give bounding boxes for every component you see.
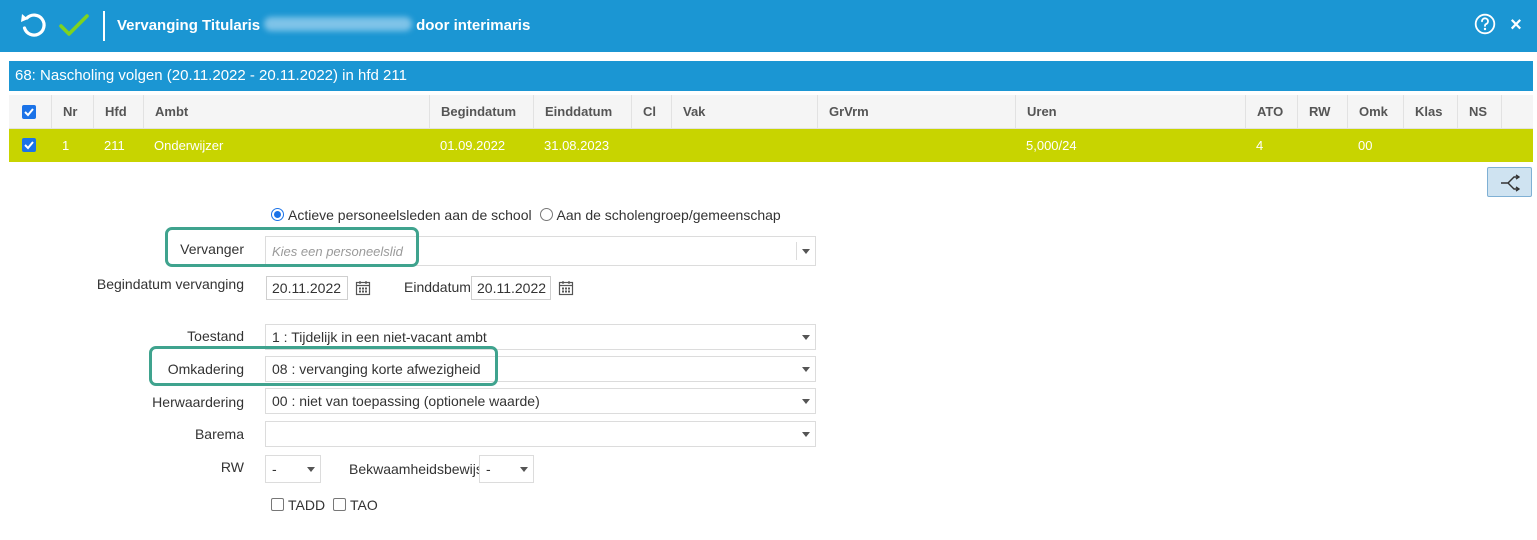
cell-begindatum: 01.09.2022 — [440, 138, 506, 153]
cell-grvrm — [817, 129, 828, 162]
column-header-nr[interactable]: Nr — [51, 95, 93, 128]
close-icon[interactable]: × — [1507, 14, 1525, 36]
rw-label: RW — [220, 459, 244, 475]
cell-cl — [631, 129, 642, 162]
rw-value: - — [272, 461, 277, 477]
tadd-checkbox-row: TADD — [271, 497, 325, 513]
column-header-einddatum[interactable]: Einddatum — [533, 95, 631, 128]
personnel-scope-radio-group: Actieve personeelsleden aan de school Aa… — [271, 207, 781, 223]
assignment-table: Nr Hfd Ambt Begindatum Einddatum Cl Vak … — [9, 95, 1533, 162]
radio-active-staff-label[interactable]: Actieve personeelsleden aan de school — [288, 207, 532, 223]
tao-checkbox-row: TAO — [333, 497, 378, 513]
cell-ato: 4 — [1256, 138, 1264, 153]
column-header-vak[interactable]: Vak — [671, 95, 817, 128]
undo-icon[interactable] — [18, 11, 50, 41]
checkmark-icon[interactable] — [58, 11, 90, 41]
radio-school-group[interactable] — [539, 208, 553, 221]
rw-select[interactable]: - — [265, 455, 321, 483]
toestand-value: 1 : Tijdelijk in een niet-vacant ambt — [272, 329, 487, 345]
row-checkbox[interactable] — [22, 138, 36, 152]
cell-einddatum: 31.08.2023 — [544, 138, 610, 153]
barema-select[interactable] — [265, 421, 816, 447]
column-header-ato[interactable]: ATO — [1245, 95, 1297, 128]
einddatum-input[interactable]: 20.11.2022 — [471, 276, 551, 300]
vervanger-select[interactable]: Kies een personeelslid — [265, 236, 816, 266]
column-header-grvrm[interactable]: GrVrm — [817, 95, 1015, 128]
herwaardering-label: Herwaardering — [152, 394, 244, 410]
omkadering-label: Omkadering — [167, 361, 244, 377]
help-circle-icon[interactable] — [1474, 13, 1496, 35]
column-header-cl[interactable]: Cl — [631, 95, 671, 128]
bekwaamheidsbewijs-value: - — [486, 461, 491, 477]
toestand-select[interactable]: 1 : Tijdelijk in een niet-vacant ambt — [265, 324, 816, 350]
toestand-label: Toestand — [187, 328, 244, 344]
cell-rw — [1297, 129, 1308, 162]
column-header-ambt[interactable]: Ambt — [143, 95, 429, 128]
cell-klas — [1403, 129, 1414, 162]
vervanger-placeholder: Kies een personeelslid — [272, 244, 403, 259]
split-arrows-icon — [1501, 174, 1520, 192]
column-header-hfd[interactable]: Hfd — [93, 95, 143, 128]
calendar-icon[interactable] — [355, 280, 371, 296]
table-header-row: Nr Hfd Ambt Begindatum Einddatum Cl Vak … — [9, 95, 1533, 129]
column-header-rw[interactable]: RW — [1297, 95, 1347, 128]
tadd-label[interactable]: TADD — [288, 497, 325, 513]
section-header: 68: Nascholing volgen (20.11.2022 - 20.1… — [9, 61, 1533, 91]
omkadering-select[interactable]: 08 : vervanging korte afwezigheid — [265, 356, 816, 382]
begindatum-input[interactable]: 20.11.2022 — [266, 276, 348, 300]
column-header-omk[interactable]: Omk — [1347, 95, 1403, 128]
cell-vak — [671, 129, 682, 162]
radio-school-group-label[interactable]: Aan de scholengroep/gemeenschap — [557, 207, 781, 223]
column-header-ns[interactable]: NS — [1457, 95, 1501, 128]
tadd-checkbox[interactable] — [271, 498, 284, 511]
cell-uren: 5,000/24 — [1026, 138, 1077, 153]
tao-checkbox[interactable] — [333, 498, 346, 511]
cell-hfd: 211 — [104, 138, 125, 153]
column-header-begindatum[interactable]: Begindatum — [429, 95, 533, 128]
select-all-checkbox[interactable] — [22, 105, 36, 119]
redacted-name — [264, 17, 413, 31]
chevron-down-icon — [802, 367, 810, 372]
cell-omk: 00 — [1358, 138, 1373, 153]
chevron-down-icon — [802, 249, 810, 254]
begindatum-vervanging-label: Begindatum vervanging — [96, 276, 244, 292]
chevron-down-icon — [520, 467, 528, 472]
column-header-uren[interactable]: Uren — [1015, 95, 1245, 128]
cell-ns — [1457, 129, 1468, 162]
einddatum-label: Einddatum — [404, 279, 471, 295]
titlebar: Vervanging Titularis door interimaris × — [0, 0, 1537, 52]
title-prefix: Vervanging Titularis — [117, 17, 261, 34]
herwaardering-select[interactable]: 00 : niet van toepassing (optionele waar… — [265, 388, 816, 414]
split-button[interactable] — [1487, 167, 1532, 197]
chevron-down-icon — [802, 335, 810, 340]
cell-ambt: Onderwijzer — [154, 138, 224, 153]
header-select-all-cell — [9, 95, 51, 128]
calendar-icon[interactable] — [558, 280, 574, 296]
chevron-down-icon — [802, 432, 810, 437]
bekwaamheidsbewijs-label: Bekwaamheidsbewijs — [349, 461, 483, 477]
title-suffix: door interimaris — [416, 17, 531, 34]
omkadering-value: 08 : vervanging korte afwezigheid — [272, 361, 481, 377]
row-select-cell — [9, 129, 51, 162]
cell-nr: 1 — [62, 138, 70, 153]
radio-active-staff[interactable] — [271, 208, 284, 221]
chevron-down-icon — [802, 399, 810, 404]
chevron-down-icon — [307, 467, 315, 472]
bekwaamheidsbewijs-select[interactable]: - — [479, 455, 534, 483]
vervanger-label: Vervanger — [180, 241, 244, 257]
column-header-klas[interactable]: Klas — [1403, 95, 1457, 128]
herwaardering-value: 00 : niet van toepassing (optionele waar… — [272, 393, 540, 409]
titlebar-divider — [103, 11, 105, 41]
table-row[interactable]: 1 211 Onderwijzer 01.09.2022 31.08.2023 … — [9, 129, 1533, 162]
page-title: Vervanging Titularis door interimaris — [117, 17, 530, 34]
tao-label[interactable]: TAO — [350, 497, 378, 513]
column-header-spacer — [1501, 95, 1533, 128]
barema-label: Barema — [194, 426, 244, 442]
